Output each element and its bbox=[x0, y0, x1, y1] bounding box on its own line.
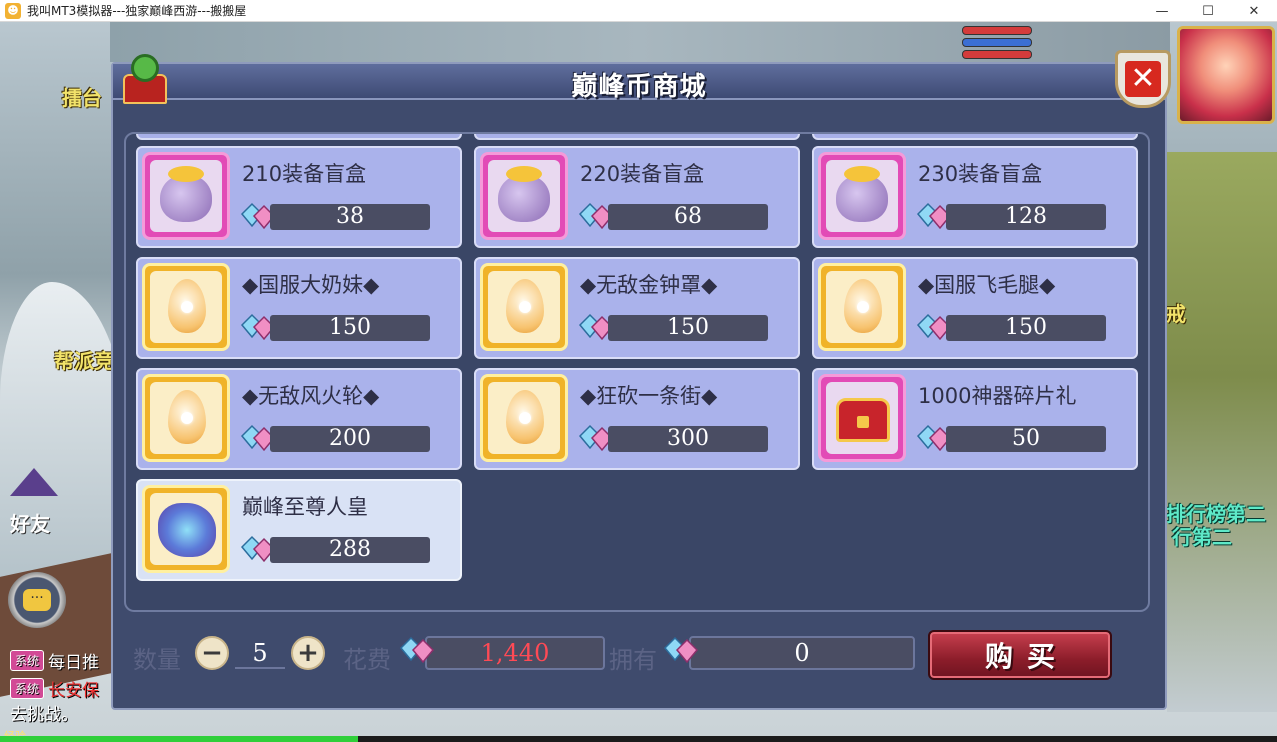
treasure-chest-icon bbox=[826, 382, 898, 454]
item-name: 巅峰至尊人皇 bbox=[242, 495, 368, 519]
buy-button[interactable]: 购买 bbox=[928, 630, 1112, 680]
item-icon-frame bbox=[142, 263, 230, 351]
increment-button[interactable]: + bbox=[291, 636, 325, 670]
owned-label: 拥有 bbox=[609, 646, 657, 674]
item-name: ◆无敌金钟罩◆ bbox=[580, 273, 718, 297]
golden-egg-icon bbox=[150, 271, 222, 343]
item-name: 1000神器碎片礼 bbox=[918, 384, 1077, 408]
system-tag: 系统 bbox=[10, 678, 45, 699]
item-name: ◆无敌风火轮◆ bbox=[242, 384, 380, 408]
cost-value: 1,440 bbox=[425, 636, 605, 670]
shop-item-card[interactable]: ◆国服大奶妹◆ 150 bbox=[136, 257, 462, 359]
shop-item-card[interactable]: ◆无敌金钟罩◆ 150 bbox=[474, 257, 800, 359]
window-titlebar: ☻ 我叫MT3模拟器---独家巅峰西游---搬搬屋 — ☐ ✕ bbox=[0, 0, 1277, 22]
shop-item-card[interactable]: 220装备盲盒 68 bbox=[474, 146, 800, 248]
item-price: 300 bbox=[608, 426, 768, 452]
app-icon: ☻ bbox=[5, 2, 21, 19]
shop-item-card[interactable]: 230装备盲盒 128 bbox=[812, 146, 1138, 248]
quantity-stepper[interactable]: − 5 + bbox=[195, 636, 325, 672]
close-x-icon: ✕ bbox=[1125, 61, 1161, 97]
item-name: 210装备盲盒 bbox=[242, 162, 367, 186]
scrolled-card-peek bbox=[136, 134, 462, 140]
arena-label[interactable]: 擂台 bbox=[62, 82, 102, 111]
item-price: 38 bbox=[270, 204, 430, 230]
system-message: 系统 长安保 bbox=[10, 676, 99, 701]
mystery-bag-icon bbox=[150, 160, 222, 232]
window-close-button[interactable]: ✕ bbox=[1231, 0, 1277, 22]
item-price: 50 bbox=[946, 426, 1106, 452]
item-icon-frame bbox=[818, 152, 906, 240]
item-price: 150 bbox=[270, 315, 430, 341]
item-name: 230装备盲盒 bbox=[918, 162, 1043, 186]
item-price: 150 bbox=[608, 315, 768, 341]
shop-title: 巅峰币商城 bbox=[571, 72, 707, 102]
item-grid[interactable]: 210装备盲盒 38 220装备盲盒 68 230装备盲盒 128 ◆国服大奶妹◆ 150 ◆无… bbox=[124, 132, 1150, 612]
owned-value: 0 bbox=[689, 636, 915, 670]
ranking-label-2[interactable]: 行第二 bbox=[1172, 521, 1232, 550]
item-icon-frame bbox=[142, 152, 230, 240]
item-name: ◆狂砍一条街◆ bbox=[580, 384, 718, 408]
item-price: 288 bbox=[270, 537, 430, 563]
item-name: ◆国服飞毛腿◆ bbox=[918, 273, 1056, 297]
friend-hat-icon bbox=[10, 468, 58, 496]
mystery-bag-icon bbox=[488, 160, 560, 232]
golden-egg-icon bbox=[826, 271, 898, 343]
system-message-text: 长安保 bbox=[48, 681, 100, 701]
system-message: 系统 每日推 bbox=[10, 648, 99, 673]
item-icon-frame bbox=[480, 152, 568, 240]
item-price: 128 bbox=[946, 204, 1106, 230]
player-avatar[interactable] bbox=[1177, 26, 1275, 124]
guild-label[interactable]: 帮派竞 bbox=[54, 345, 114, 374]
item-icon-frame bbox=[818, 374, 906, 462]
peak-gem-currency-icon bbox=[399, 636, 435, 664]
purchase-bar: 数量 − 5 + 花费 1,440 拥有 0 购买 bbox=[113, 630, 1165, 680]
window-title: 我叫MT3模拟器---独家巅峰西游---搬搬屋 bbox=[27, 4, 247, 18]
item-icon-frame bbox=[142, 374, 230, 462]
quantity-label: 数量 bbox=[133, 646, 181, 674]
quantity-value[interactable]: 5 bbox=[235, 639, 285, 669]
item-name: ◆国服大奶妹◆ bbox=[242, 273, 380, 297]
shop-item-card[interactable]: 巅峰至尊人皇 288 bbox=[136, 479, 462, 581]
item-price: 150 bbox=[946, 315, 1106, 341]
golden-egg-icon bbox=[488, 382, 560, 454]
decrement-button[interactable]: − bbox=[195, 636, 229, 670]
item-icon-frame bbox=[480, 263, 568, 351]
item-icon-frame bbox=[480, 374, 568, 462]
scrolled-card-peek bbox=[812, 134, 1138, 140]
exp-bar-fill bbox=[0, 736, 358, 742]
system-message-tail: 去挑战。 bbox=[10, 705, 78, 725]
mystery-bag-icon bbox=[826, 160, 898, 232]
minimize-button[interactable]: — bbox=[1139, 0, 1185, 22]
shop-item-card[interactable]: ◆国服飞毛腿◆ 150 bbox=[812, 257, 1138, 359]
cost-label: 花费 bbox=[343, 646, 391, 674]
item-price: 68 bbox=[608, 204, 768, 230]
item-price: 200 bbox=[270, 426, 430, 452]
system-message-text: 每日推 bbox=[48, 653, 100, 673]
item-icon-frame bbox=[818, 263, 906, 351]
chat-bubble-icon: ··· bbox=[23, 589, 51, 611]
peak-gem-currency-icon bbox=[663, 636, 699, 664]
system-tag: 系统 bbox=[10, 650, 45, 671]
item-name: 220装备盲盒 bbox=[580, 162, 705, 186]
chat-button[interactable]: ··· bbox=[8, 572, 66, 628]
exp-bar bbox=[0, 736, 1277, 742]
spirit-beast-icon bbox=[150, 493, 222, 565]
right-scene-text: 戒 bbox=[1166, 302, 1186, 326]
shop-item-card[interactable]: ◆无敌风火轮◆ 200 bbox=[136, 368, 462, 470]
friends-button[interactable]: 好友 bbox=[4, 468, 66, 538]
shop-logo-icon bbox=[115, 52, 175, 110]
shop-close-button[interactable]: ✕ bbox=[1115, 50, 1171, 108]
shop-header: 巅峰币商城 bbox=[113, 64, 1165, 102]
status-bars bbox=[962, 26, 1032, 62]
item-icon-frame bbox=[142, 485, 230, 573]
maximize-button[interactable]: ☐ bbox=[1185, 0, 1231, 22]
shop-item-card[interactable]: 210装备盲盒 38 bbox=[136, 146, 462, 248]
golden-egg-icon bbox=[488, 271, 560, 343]
shop-item-card[interactable]: ◆狂砍一条街◆ 300 bbox=[474, 368, 800, 470]
golden-egg-icon bbox=[150, 382, 222, 454]
shop-panel: 巅峰币商城 ✕ 210装备盲盒 38 220装备盲盒 68 230装备盲盒 128 ◆国服大… bbox=[111, 50, 1171, 710]
scrolled-card-peek bbox=[474, 134, 800, 140]
shop-item-card[interactable]: 1000神器碎片礼 50 bbox=[812, 368, 1138, 470]
friends-label: 好友 bbox=[10, 512, 50, 536]
